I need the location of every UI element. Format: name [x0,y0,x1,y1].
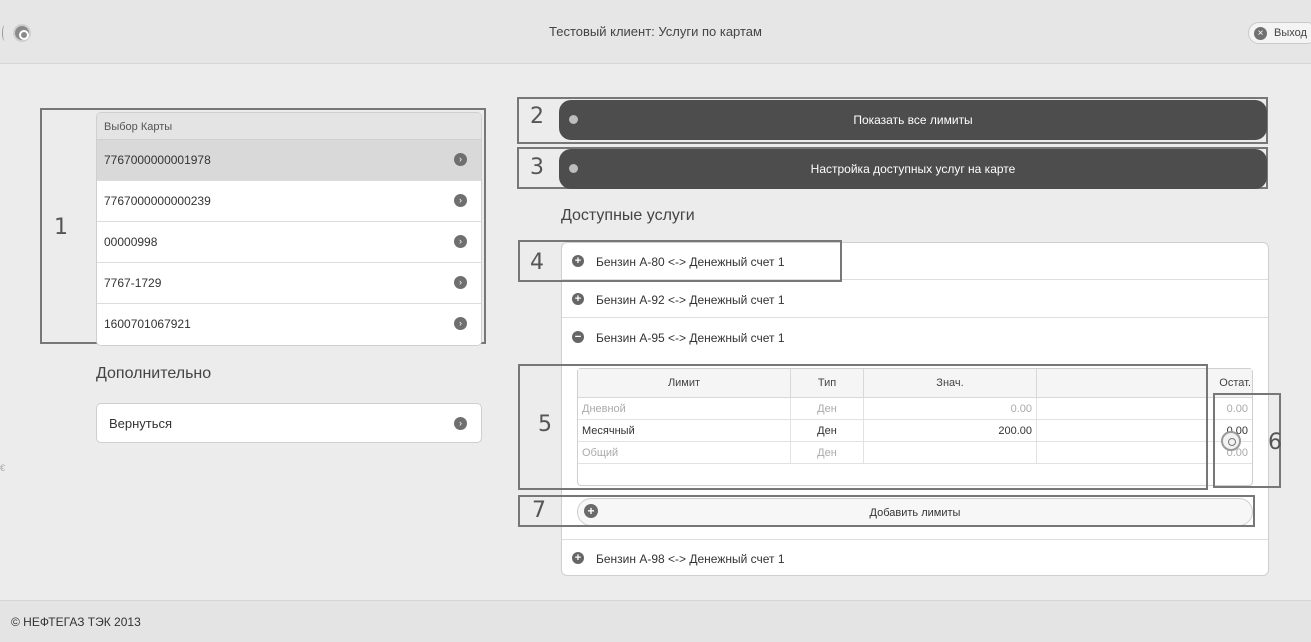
chevron-right-icon: › [454,317,467,330]
card-item-1978[interactable]: 7767000000001978 › [97,140,481,181]
chevron-right-icon: › [454,194,467,207]
page-title: Тестовый клиент: Услуги по картам [549,24,762,39]
plus-circle-icon: + [572,552,584,564]
card-number: 7767-1729 [104,276,162,290]
chevron-right-icon: › [454,417,467,430]
configure-services-label: Настройка доступных услуг на карте [810,162,1016,176]
chevron-right-icon: › [454,153,467,166]
annotation-number-1: 1 [54,215,68,240]
service-label: Бензин А-92 <-> Денежный счет 1 [596,293,785,307]
annotation-number-7: 7 [532,498,546,523]
card-item-7921[interactable]: 1600701067921 › [97,304,481,345]
service-item-a98[interactable]: + Бензин А-98 <-> Денежный счет 1 [562,539,1268,576]
return-button[interactable]: Вернуться › [96,403,482,443]
logout-label: Выход [1274,27,1307,39]
card-item-0239[interactable]: 7767000000000239 › [97,181,481,222]
card-number: 7767000000000239 [104,194,211,208]
service-item-a95[interactable]: − Бензин А-95 <-> Денежный счет 1 [562,319,1268,356]
annotation-number-6: 6 [1268,430,1282,455]
plus-circle-icon: + [572,293,584,305]
return-label: Вернуться [109,416,173,431]
annotation-number-4: 4 [530,250,544,275]
show-all-limits-label: Показать все лимиты [853,113,973,127]
grid-icon [569,115,578,124]
card-number: 7767000000001978 [104,153,211,167]
edge-fragment: € [0,463,6,473]
services-heading: Доступные услуги [561,207,695,224]
card-list: Выбор Карты 7767000000001978 › 776700000… [96,112,482,346]
card-item-0998[interactable]: 00000998 › [97,222,481,263]
annotation-frame-7 [518,495,1255,527]
card-item-1729[interactable]: 7767-1729 › [97,263,481,304]
close-icon: × [1254,27,1267,40]
copyright: © НЕФТЕГАЗ ТЭК 2013 [11,615,141,629]
card-number: 00000998 [104,235,158,249]
minus-circle-icon: − [572,331,584,343]
configure-services-button[interactable]: Настройка доступных услуг на карте [559,149,1267,189]
card-list-header: Выбор Карты [97,113,481,140]
show-all-limits-button[interactable]: Показать все лимиты [559,100,1267,140]
card-number: 1600701067921 [104,317,191,331]
service-label: Бензин А-98 <-> Денежный счет 1 [596,552,785,566]
annotation-frame-4 [518,240,842,282]
extra-heading: Дополнительно [96,365,212,382]
service-item-a92[interactable]: + Бензин А-92 <-> Денежный счет 1 [562,281,1268,318]
logout-button[interactable]: × Выход [1248,22,1311,44]
chevron-right-icon: › [454,276,467,289]
gear-icon [569,164,578,173]
annotation-frame-5 [518,364,1208,490]
annotation-number-3: 3 [530,155,544,180]
footer: © НЕФТЕГАЗ ТЭК 2013 [0,600,1311,642]
service-label: Бензин А-95 <-> Денежный счет 1 [596,331,785,345]
annotation-number-5: 5 [538,412,552,437]
chevron-right-icon: › [454,235,467,248]
annotation-number-2: 2 [530,104,544,129]
